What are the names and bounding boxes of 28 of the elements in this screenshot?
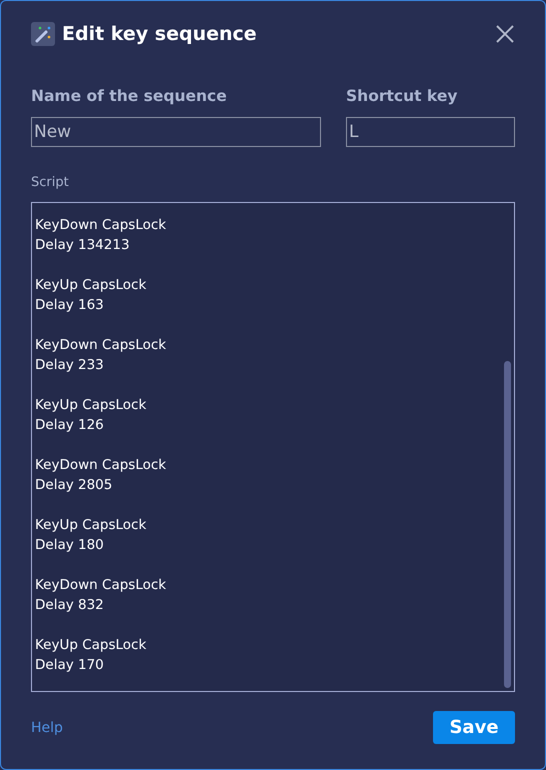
script-line: KeyUp CapsLock bbox=[35, 516, 148, 535]
script-line: Delay 126 bbox=[35, 416, 105, 435]
script-line: KeyDown CapsLock bbox=[35, 216, 168, 235]
magic-wand-icon bbox=[31, 22, 55, 46]
script-label: Script bbox=[31, 175, 70, 190]
script-line: Delay 163 bbox=[35, 296, 105, 315]
script-line: KeyUp CapsLock bbox=[35, 636, 148, 655]
script-text-area[interactable] bbox=[31, 202, 515, 692]
script-line: Delay 134213 bbox=[35, 236, 131, 255]
dialog-title: Edit key sequence bbox=[62, 23, 258, 45]
script-line: KeyUp CapsLock bbox=[35, 276, 148, 295]
help-link[interactable]: Help bbox=[31, 720, 63, 736]
script-line: KeyUp CapsLock bbox=[35, 396, 148, 415]
script-line: KeyDown CapsLock bbox=[35, 576, 168, 595]
script-line: Delay 233 bbox=[35, 356, 105, 375]
script-line: KeyDown CapsLock bbox=[35, 336, 168, 355]
save-button[interactable]: Save bbox=[433, 711, 515, 744]
name-input-field[interactable]: New bbox=[31, 117, 321, 147]
field-label: Name of the sequence bbox=[31, 87, 228, 105]
script-line: Delay 2805 bbox=[35, 476, 114, 495]
shortcut-input-field[interactable]: L bbox=[346, 117, 515, 147]
script-line: KeyDown CapsLock bbox=[35, 456, 168, 475]
field-label: Shortcut key bbox=[346, 87, 458, 105]
script-line: Delay 180 bbox=[35, 536, 105, 555]
scrollbar[interactable] bbox=[504, 361, 511, 688]
close-icon[interactable] bbox=[496, 25, 514, 43]
script-line: Delay 170 bbox=[35, 656, 105, 675]
script-line: Delay 832 bbox=[35, 596, 105, 615]
